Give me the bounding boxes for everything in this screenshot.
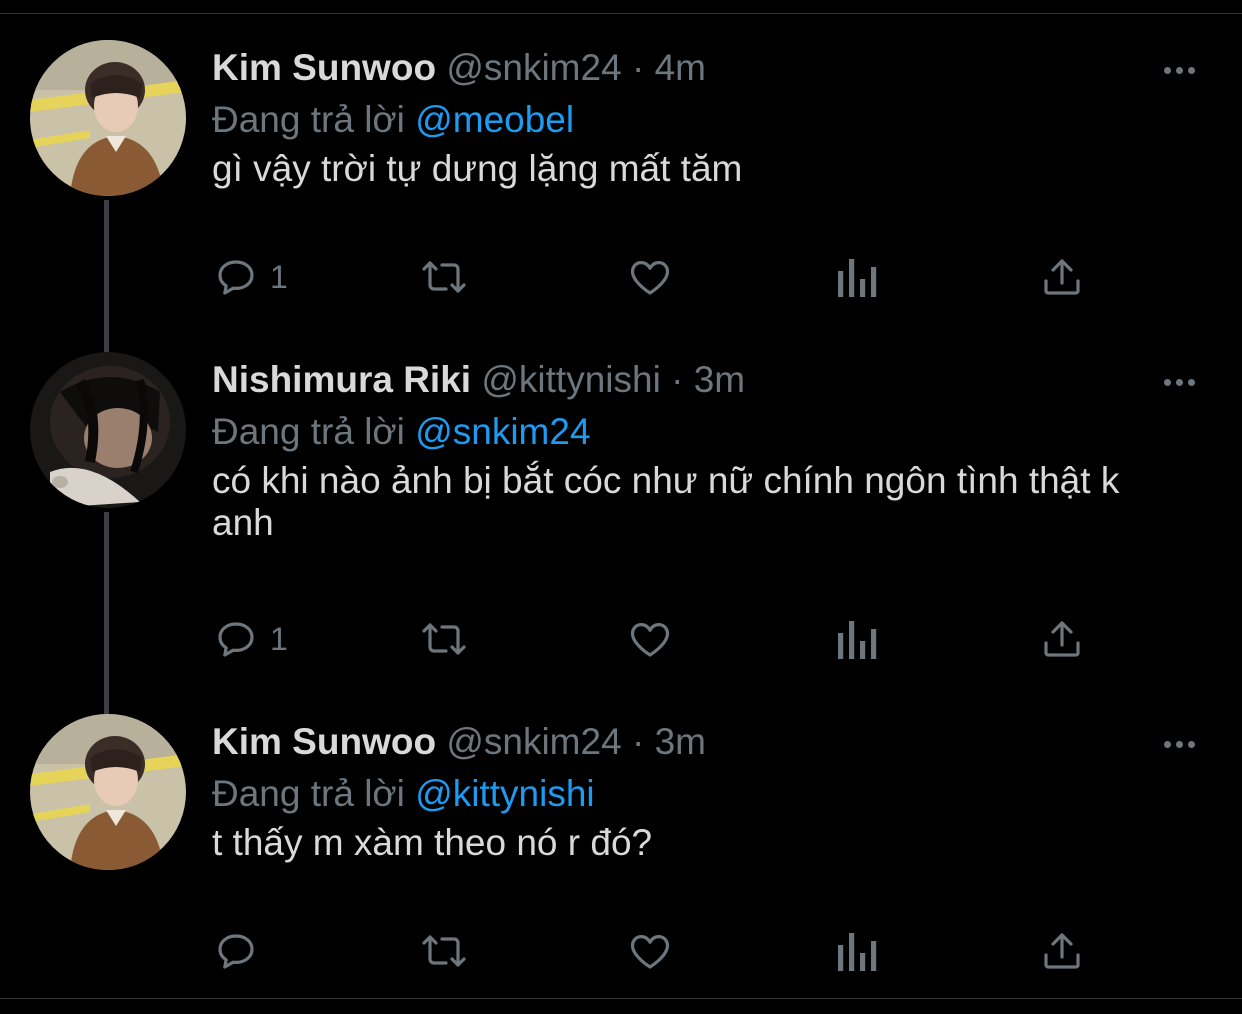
retweet-icon xyxy=(422,623,466,655)
user-handle[interactable]: @snkim24 xyxy=(446,47,621,88)
user-handle[interactable]: @kittynishi xyxy=(481,359,660,400)
tweet-header: Kim Sunwoo @snkim24 · 3m xyxy=(212,720,706,764)
more-icon xyxy=(1163,378,1171,386)
more-icon-dot xyxy=(1187,378,1195,386)
like-button[interactable] xyxy=(626,252,674,302)
like-button[interactable] xyxy=(626,926,674,976)
heart-icon xyxy=(630,261,670,295)
replying-to-label: Đang trả lời xyxy=(212,773,405,814)
tweet-header: Kim Sunwoo @snkim24 · 4m xyxy=(212,46,706,90)
retweet-button[interactable] xyxy=(418,252,470,302)
top-divider xyxy=(0,0,1242,14)
retweet-icon xyxy=(422,261,466,293)
replying-to-label: Đang trả lời xyxy=(212,99,405,140)
reply-count: 1 xyxy=(270,621,288,657)
tweet[interactable]: Kim Sunwoo @snkim24 · 3m Đang trả lời @k… xyxy=(0,714,1242,994)
avatar[interactable] xyxy=(30,40,186,196)
tweet-text: gì vậy trời tự dưng lặng mất tăm xyxy=(212,148,743,189)
mention-link[interactable]: @snkim24 xyxy=(415,411,590,452)
retweet-icon xyxy=(422,935,466,967)
replying-to: Đang trả lời @kittynishi xyxy=(212,772,595,816)
share-button[interactable] xyxy=(1038,926,1086,976)
retweet-button[interactable] xyxy=(418,926,470,976)
heart-icon xyxy=(630,935,670,969)
analytics-button[interactable] xyxy=(834,926,878,976)
user-name[interactable]: Kim Sunwoo xyxy=(212,721,436,762)
more-icon xyxy=(1163,740,1171,748)
analytics-icon xyxy=(838,933,877,971)
replying-to: Đang trả lời @snkim24 xyxy=(212,410,591,454)
reply-icon xyxy=(218,934,254,969)
reply-button[interactable]: 1 xyxy=(212,614,288,664)
heart-icon xyxy=(630,623,670,657)
timestamp[interactable]: 3m xyxy=(655,721,706,762)
more-icon-dot xyxy=(1187,740,1195,748)
tweet[interactable]: Nishimura Riki @kittynishi · 3m Đang trả… xyxy=(0,352,1242,682)
user-name[interactable]: Kim Sunwoo xyxy=(212,47,436,88)
tweet[interactable]: Kim Sunwoo @snkim24 · 4m Đang trả lời @m… xyxy=(0,40,1242,320)
reply-icon xyxy=(218,260,254,295)
replying-to-label: Đang trả lời xyxy=(212,411,405,452)
more-icon-dot xyxy=(1187,66,1195,74)
separator-dot: · xyxy=(671,359,684,400)
more-icon-dot xyxy=(1175,378,1183,386)
more-options-button[interactable] xyxy=(1156,60,1202,80)
user-handle[interactable]: @snkim24 xyxy=(446,721,621,762)
analytics-icon xyxy=(838,621,877,659)
share-button[interactable] xyxy=(1038,252,1086,302)
tweet-text: t thấy m xàm theo nó r đó? xyxy=(212,822,653,863)
action-bar: 1 xyxy=(212,252,1202,302)
mention-link[interactable]: @meobel xyxy=(415,99,574,140)
more-options-button[interactable] xyxy=(1156,734,1202,754)
mention-link[interactable]: @kittynishi xyxy=(415,773,594,814)
share-icon xyxy=(1044,259,1080,295)
more-icon xyxy=(1163,66,1171,74)
action-bar: 1 xyxy=(212,614,1202,664)
timestamp[interactable]: 4m xyxy=(655,47,706,88)
timestamp[interactable]: 3m xyxy=(694,359,745,400)
retweet-button[interactable] xyxy=(418,614,470,664)
more-icon-dot xyxy=(1175,740,1183,748)
reply-count: 1 xyxy=(270,259,288,295)
tweet-header: Nishimura Riki @kittynishi · 3m xyxy=(212,358,745,402)
separator-dot: · xyxy=(631,47,645,88)
analytics-icon xyxy=(838,259,877,297)
replying-to: Đang trả lời @meobel xyxy=(212,98,574,142)
reply-button[interactable]: 1 xyxy=(212,252,288,302)
avatar[interactable] xyxy=(30,352,186,508)
action-bar xyxy=(212,926,1202,976)
more-options-button[interactable] xyxy=(1156,372,1202,392)
analytics-button[interactable] xyxy=(834,614,878,664)
user-name[interactable]: Nishimura Riki xyxy=(212,359,471,400)
bottom-divider xyxy=(0,998,1242,1014)
share-button[interactable] xyxy=(1038,614,1086,664)
share-icon xyxy=(1044,621,1080,657)
tweet-text: có khi nào ảnh bị bắt cóc như nữ chính n… xyxy=(212,460,1120,543)
share-icon xyxy=(1044,933,1080,969)
analytics-button[interactable] xyxy=(834,252,878,302)
like-button[interactable] xyxy=(626,614,674,664)
avatar[interactable] xyxy=(30,714,186,870)
separator-dot: · xyxy=(631,721,645,762)
more-icon-dot xyxy=(1175,66,1183,74)
reply-button[interactable] xyxy=(212,926,270,976)
reply-icon xyxy=(218,622,254,657)
